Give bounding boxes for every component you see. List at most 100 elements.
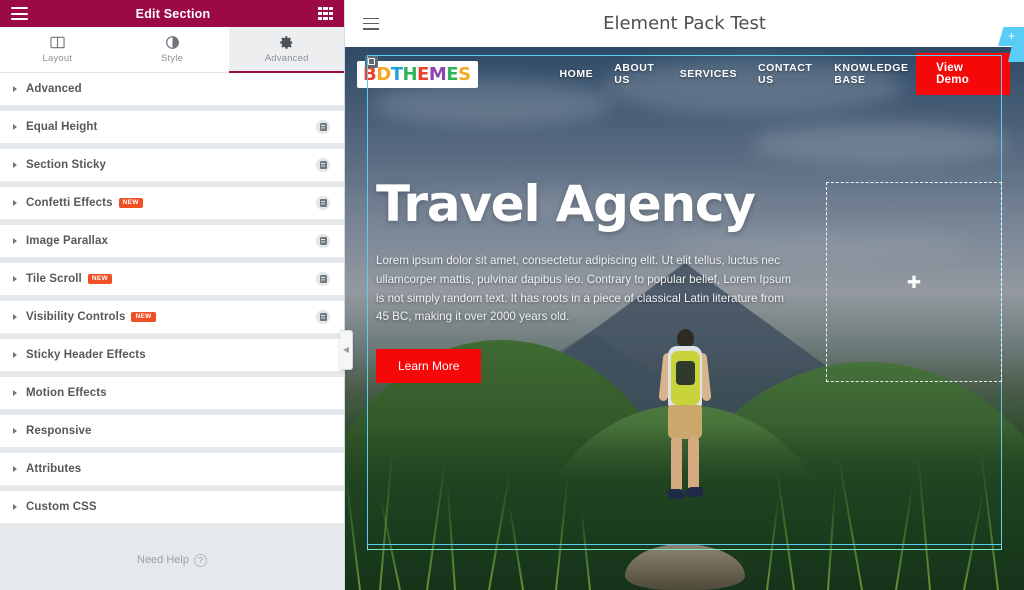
chevron-right-icon [13, 466, 17, 472]
section-row-confetti-effects[interactable]: Confetti Effects NEW [0, 187, 344, 220]
section-label: Visibility Controls [26, 311, 126, 323]
section-row-custom-css[interactable]: Custom CSS [0, 491, 344, 524]
section-row-responsive[interactable]: Responsive [0, 415, 344, 448]
panel-title: Edit Section [135, 6, 211, 21]
panel-footer: Need Help ? [0, 530, 344, 590]
chevron-right-icon [13, 390, 17, 396]
plus-icon[interactable]: + [1008, 30, 1015, 42]
tab-advanced-label: Advanced [264, 53, 309, 64]
page-title: Element Pack Test [603, 13, 766, 34]
section-row-sticky-header-effects[interactable]: Sticky Header Effects [0, 339, 344, 372]
section-row-equal-height[interactable]: Equal Height [0, 111, 344, 144]
section-label: Tile Scroll [26, 273, 82, 285]
pro-badge-icon [316, 272, 330, 286]
empty-column-dropzone[interactable]: ✚ [826, 182, 1002, 382]
panel-header: Edit Section [0, 0, 344, 27]
site-logo[interactable]: BDTHEMES [357, 54, 478, 88]
columns-icon [50, 35, 65, 50]
pro-badge-icon [316, 196, 330, 210]
nav-item-home[interactable]: HOME [560, 68, 594, 80]
section-label: Motion Effects [26, 387, 107, 399]
section-label: Confetti Effects [26, 197, 113, 209]
tab-layout-label: Layout [42, 53, 73, 64]
tab-style-label: Style [160, 53, 184, 64]
chevron-right-icon [13, 276, 17, 282]
chevron-right-icon [13, 162, 17, 168]
logo-letter: D [376, 63, 391, 85]
editor-panel: Edit Section Layout Style Advanced Advan… [0, 0, 353, 590]
hero-heading: Travel Agency [376, 175, 756, 233]
logo-letter: S [458, 63, 471, 85]
section-label: Responsive [26, 425, 92, 437]
gear-icon [279, 35, 294, 50]
logo-letter: T [390, 63, 403, 85]
nav-item-services[interactable]: SERVICES [680, 68, 737, 80]
nav-item-contact-us[interactable]: CONTACT US [758, 62, 813, 86]
elementor-editor: Edit Section Layout Style Advanced Advan… [0, 0, 1024, 590]
chevron-right-icon [13, 124, 17, 130]
preview-topbar: Element Pack Test [345, 0, 1024, 47]
chevron-right-icon [13, 352, 17, 358]
panel-sections-list[interactable]: Advanced Equal Height Section Sticky Con… [0, 73, 344, 530]
section-label: Equal Height [26, 121, 98, 133]
preview-area: Element Pack Test BDTHEMES HOME ABOUT US… [345, 0, 1024, 590]
pro-badge-icon [316, 158, 330, 172]
chevron-left-icon: ◀ [342, 345, 350, 354]
logo-letter: E [417, 63, 429, 85]
nav-item-knowledge-base[interactable]: KNOWLEDGE BASE [834, 62, 916, 86]
section-row-advanced[interactable]: Advanced [0, 73, 344, 106]
new-badge: NEW [118, 198, 143, 208]
section-label: Sticky Header Effects [26, 349, 146, 361]
section-label: Section Sticky [26, 159, 107, 171]
section-row-motion-effects[interactable]: Motion Effects [0, 377, 344, 410]
section-row-image-parallax[interactable]: Image Parallax [0, 225, 344, 258]
chevron-right-icon [13, 428, 17, 434]
question-mark-icon: ? [193, 553, 207, 567]
chevron-right-icon [13, 86, 17, 92]
logo-letter: E [446, 63, 459, 85]
need-help-link[interactable]: Need Help ? [137, 553, 207, 567]
chevron-right-icon [13, 504, 17, 510]
section-row-tile-scroll[interactable]: Tile Scroll NEW [0, 263, 344, 296]
plus-icon: ✚ [906, 272, 922, 292]
primary-navigation: HOME ABOUT US SERVICES CONTACT US KNOWLE… [560, 62, 917, 86]
view-demo-button[interactable]: View Demo [916, 53, 1010, 95]
new-badge: NEW [87, 274, 112, 284]
learn-more-button[interactable]: Learn More [376, 349, 482, 384]
panel-collapse-handle[interactable]: ◀ [340, 330, 353, 370]
window-icon [365, 54, 378, 68]
hamburger-icon[interactable] [363, 17, 379, 30]
pro-badge-icon [316, 310, 330, 324]
new-badge: NEW [131, 312, 156, 322]
hero-paragraph: Lorem ipsum dolor sit amet, consectetur … [376, 254, 791, 324]
section-label: Custom CSS [26, 501, 97, 513]
chevron-right-icon [13, 238, 17, 244]
tab-layout[interactable]: Layout [0, 27, 115, 72]
pro-badge-icon [316, 234, 330, 248]
grid-icon[interactable] [1018, 49, 1024, 58]
hero-content: Travel Agency Lorem ipsum dolor sit amet… [376, 175, 806, 384]
logo-letter: H [402, 63, 418, 85]
section-label: Attributes [26, 463, 82, 475]
tab-advanced[interactable]: Advanced [229, 27, 345, 73]
tab-style[interactable]: Style [114, 27, 230, 72]
hamburger-icon[interactable] [11, 7, 28, 20]
site-header: BDTHEMES HOME ABOUT US SERVICES CONTACT … [345, 47, 1024, 101]
nav-item-about-us[interactable]: ABOUT US [614, 62, 658, 86]
section-label: Advanced [26, 83, 82, 95]
grid-icon[interactable] [318, 7, 333, 20]
logo-letter: M [428, 63, 447, 85]
section-row-visibility-controls[interactable]: Visibility Controls NEW [0, 301, 344, 334]
section-label: Image Parallax [26, 235, 108, 247]
section-row-section-sticky[interactable]: Section Sticky [0, 149, 344, 182]
need-help-label: Need Help [137, 554, 189, 566]
cloud-shape [750, 123, 1011, 164]
chevron-right-icon [13, 314, 17, 320]
pro-badge-icon [316, 120, 330, 134]
section-row-attributes[interactable]: Attributes [0, 453, 344, 486]
hero-section: BDTHEMES HOME ABOUT US SERVICES CONTACT … [345, 47, 1024, 590]
contrast-icon [165, 35, 180, 50]
panel-tabs: Layout Style Advanced [0, 27, 345, 73]
chevron-right-icon [13, 200, 17, 206]
logo-text: BDTHEMES [363, 64, 471, 85]
